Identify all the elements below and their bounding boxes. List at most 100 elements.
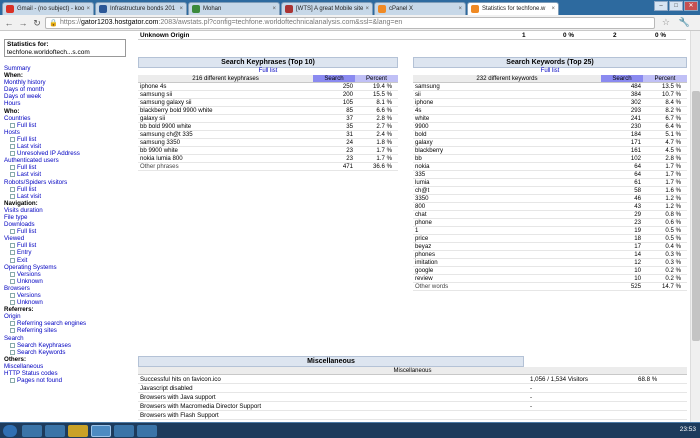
sidebar-link[interactable]: Last visit bbox=[4, 193, 134, 200]
sidebar-link[interactable]: Versions bbox=[4, 271, 134, 278]
sidebar-link[interactable]: Operating Systems bbox=[4, 264, 134, 271]
sidebar-link[interactable]: Robots/Spiders visitors bbox=[4, 179, 134, 186]
bookmark-star-icon[interactable]: ☆ bbox=[662, 17, 670, 28]
sidebar-link[interactable]: Full list bbox=[4, 186, 134, 193]
sidebar-link[interactable]: Monthly history bbox=[4, 79, 134, 86]
search-count-cell: 35 bbox=[313, 122, 355, 131]
sidebar-link[interactable]: Unresolved IP Address bbox=[4, 150, 134, 157]
taskbar-explorer-icon[interactable] bbox=[22, 425, 42, 437]
sidebar-link[interactable]: Referring search engines bbox=[4, 320, 134, 327]
sidebar-link[interactable]: Summary bbox=[4, 65, 134, 72]
browser-tab[interactable]: Statistics for techfone.w × bbox=[467, 2, 559, 15]
sidebar-link[interactable]: Last visit bbox=[4, 143, 134, 150]
forward-arrow-icon[interactable]: → bbox=[17, 17, 29, 29]
tab-close-icon[interactable]: × bbox=[179, 3, 183, 15]
sidebar-link[interactable]: Search Keywords bbox=[4, 349, 134, 356]
sidebar-link[interactable]: Countries bbox=[4, 115, 134, 122]
sidebar-link[interactable]: Visits duration bbox=[4, 207, 134, 214]
sidebar-link[interactable]: Entry bbox=[4, 249, 134, 256]
keyphrases-full-list-link[interactable]: Full list bbox=[138, 68, 398, 75]
sub-item-icon bbox=[10, 349, 15, 355]
taskbar-media-icon[interactable] bbox=[45, 425, 65, 437]
sidebar-link[interactable]: Origin bbox=[4, 313, 134, 320]
minimize-icon[interactable]: – bbox=[654, 1, 668, 11]
tab-close-icon[interactable]: × bbox=[551, 3, 555, 15]
vertical-scrollbar[interactable] bbox=[690, 31, 700, 422]
sidebar-link[interactable]: Full list bbox=[4, 228, 134, 235]
sidebar-menu: Summary When: Monthly history Days of month… bbox=[4, 65, 134, 384]
close-window-icon[interactable]: ✕ bbox=[684, 1, 698, 11]
scrollbar-thumb[interactable] bbox=[692, 91, 700, 341]
reload-icon[interactable]: ↻ bbox=[31, 17, 43, 29]
keywords-count: 232 different keywords bbox=[413, 75, 601, 83]
browser-tab[interactable]: cPanel X × bbox=[374, 2, 466, 15]
sidebar-link[interactable]: Unknown bbox=[4, 278, 134, 285]
tab-close-icon[interactable]: × bbox=[365, 3, 369, 15]
sidebar-link-label: Referring sites bbox=[17, 327, 57, 335]
sub-item-icon bbox=[10, 172, 15, 178]
term-cell: blackberry bold 9900 white bbox=[138, 106, 313, 115]
term-cell: beyaz bbox=[413, 242, 601, 251]
sidebar-link[interactable]: Referring sites bbox=[4, 327, 134, 334]
back-arrow-icon[interactable]: ← bbox=[3, 17, 15, 29]
term-cell: galaxy bbox=[413, 138, 601, 147]
sidebar-link[interactable]: Authenticated users bbox=[4, 157, 134, 164]
term-cell: blackberry bbox=[413, 146, 601, 155]
table-row: 9900 230 6.4 % bbox=[413, 122, 687, 131]
sidebar-link[interactable]: Days of month bbox=[4, 86, 134, 93]
sidebar-link[interactable]: Miscellaneous bbox=[4, 363, 134, 370]
tab-close-icon[interactable]: × bbox=[86, 3, 90, 15]
table-row: ch@t 58 1.6 % bbox=[413, 186, 687, 195]
sidebar-link[interactable]: Search Keyphrases bbox=[4, 342, 134, 349]
sidebar-link[interactable]: Search bbox=[4, 335, 134, 342]
percent-cell: 14.7 % bbox=[643, 282, 687, 291]
percent-cell: 15.5 % bbox=[355, 90, 398, 99]
sidebar-link[interactable]: Pages not found bbox=[4, 377, 134, 384]
sidebar-link[interactable]: Versions bbox=[4, 292, 134, 299]
sidebar-link[interactable]: Full list bbox=[4, 164, 134, 171]
tab-close-icon[interactable]: × bbox=[458, 3, 462, 15]
sidebar-link[interactable]: File type bbox=[4, 214, 134, 221]
sidebar-link[interactable]: Hosts bbox=[4, 129, 134, 136]
address-bar[interactable]: 🔒 https://gator1203.hostgator.com:2083/a… bbox=[45, 17, 655, 29]
unknown-origin-row: Unknown Origin 1 0 % 2 0 % bbox=[138, 32, 686, 40]
sidebar-link-label: Viewed bbox=[4, 235, 25, 243]
start-button[interactable] bbox=[3, 425, 17, 437]
sidebar-link-label: Days of week bbox=[4, 93, 42, 101]
search-count-cell: 200 bbox=[313, 90, 355, 99]
sidebar-link[interactable]: Downloads bbox=[4, 221, 134, 228]
term-cell: samsung 3350 bbox=[138, 138, 313, 147]
taskbar-chrome-icon[interactable] bbox=[91, 425, 111, 437]
wrench-icon[interactable]: 🔧 bbox=[679, 17, 690, 28]
sidebar-link-label: Unresolved IP Address bbox=[17, 150, 80, 158]
sidebar-link[interactable]: Full list bbox=[4, 242, 134, 249]
browser-tab[interactable]: Gmail - (no subject) - koo × bbox=[2, 2, 94, 15]
keywords-full-list-link[interactable]: Full list bbox=[413, 68, 687, 75]
percent-cell: 1.8 % bbox=[355, 138, 398, 147]
sidebar-link[interactable]: Unknown bbox=[4, 299, 134, 306]
sidebar-link[interactable]: HTTP Status codes bbox=[4, 370, 134, 377]
sidebar-link[interactable]: Full list bbox=[4, 136, 134, 143]
percent-cell: 1.7 % bbox=[643, 162, 687, 171]
taskbar-app-icon[interactable] bbox=[137, 425, 157, 437]
sidebar-link[interactable]: Full list bbox=[4, 122, 134, 129]
taskbar-app-icon[interactable] bbox=[114, 425, 134, 437]
sub-item-icon bbox=[10, 250, 15, 256]
sidebar-link[interactable]: Browsers bbox=[4, 285, 134, 292]
sidebar-link[interactable]: Last visit bbox=[4, 171, 134, 178]
sidebar-link[interactable]: Exit bbox=[4, 257, 134, 264]
browser-tab[interactable]: Infrastructure bonds 201 × bbox=[95, 2, 187, 15]
sidebar-link[interactable]: Viewed bbox=[4, 235, 134, 242]
maximize-icon[interactable]: □ bbox=[669, 1, 683, 11]
browser-tab[interactable]: Mohan × bbox=[188, 2, 280, 15]
sidebar-link-label: Full list bbox=[17, 185, 37, 193]
table-row: imitation 12 0.3 % bbox=[413, 258, 687, 267]
browser-tab[interactable]: [WTS] A great Mobile site × bbox=[281, 2, 373, 15]
taskbar-folder-icon[interactable] bbox=[68, 425, 88, 437]
tab-close-icon[interactable]: × bbox=[272, 3, 276, 15]
sidebar-link[interactable]: Hours bbox=[4, 100, 134, 107]
keyphrases-count: 216 different keyphrases bbox=[138, 75, 313, 83]
table-row: bold 184 5.1 % bbox=[413, 130, 687, 139]
percent-cell: 0.2 % bbox=[643, 266, 687, 275]
sidebar-link[interactable]: Days of week bbox=[4, 93, 134, 100]
